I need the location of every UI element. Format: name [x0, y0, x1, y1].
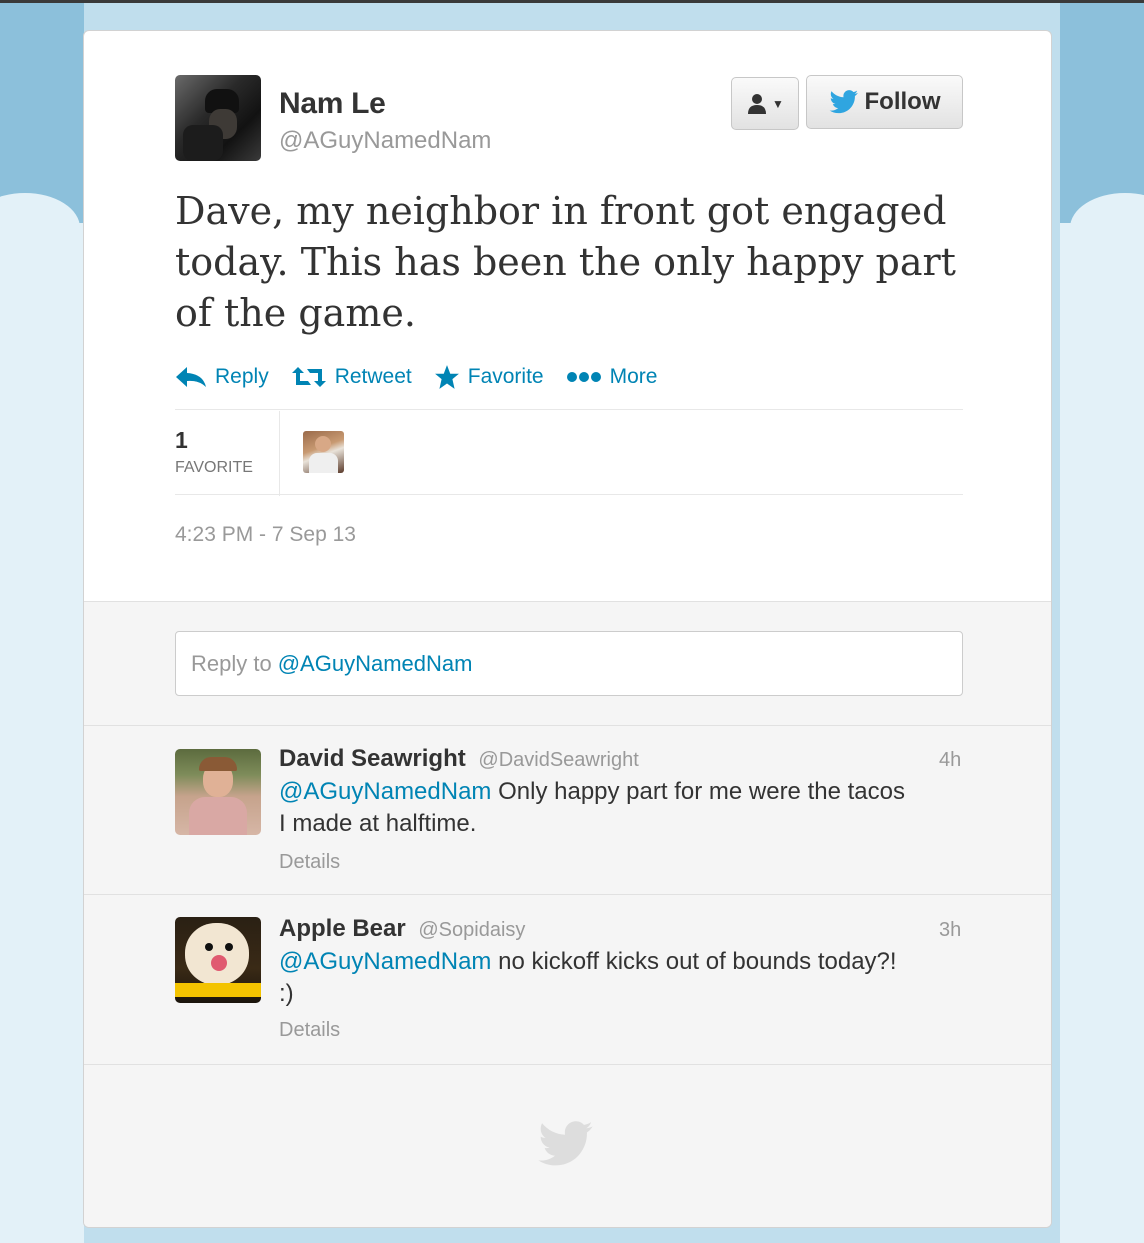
author-name[interactable]: Nam Le	[279, 87, 386, 121]
more-dots-icon	[566, 372, 601, 382]
favorite-action[interactable]: Favorite	[434, 364, 544, 390]
reply-text-line2: I made at halftime.	[279, 810, 477, 837]
reply-details-link[interactable]: Details	[279, 851, 340, 874]
divider	[84, 601, 1051, 602]
favorites-count[interactable]: 1	[175, 427, 188, 454]
author-handle[interactable]: @AGuyNamedNam	[279, 127, 491, 155]
reply-time[interactable]: 3h	[939, 919, 961, 942]
background-sky-right	[1060, 3, 1144, 1243]
follow-button-label: Follow	[864, 88, 941, 115]
retweet-action[interactable]: Retweet	[291, 365, 412, 389]
reply-author-fullname[interactable]: Apple Bear	[279, 915, 406, 942]
reply-time[interactable]: 4h	[939, 749, 961, 772]
favorites-label[interactable]: FAVORITE	[175, 459, 253, 477]
divider	[175, 409, 963, 410]
star-icon	[434, 365, 459, 389]
reply-text: @AGuyNamedNam Only happy part for me wer…	[279, 776, 969, 840]
reply-action[interactable]: Reply	[175, 365, 269, 389]
background-sky-left	[0, 3, 84, 1243]
reply-author-name[interactable]: Apple Bear @Sopidaisy	[279, 915, 525, 943]
user-dropdown-icon	[748, 93, 767, 114]
divider	[175, 494, 963, 495]
divider	[84, 894, 1051, 895]
tweet-card: Nam Le @AGuyNamedNam ▼ Follow Dave, my n…	[83, 30, 1052, 1228]
reply-text-line1: no kickoff kicks out of bounds today?!	[491, 948, 897, 975]
reply-input-mention: @AGuyNamedNam	[277, 650, 473, 676]
reply-author-handle[interactable]: @Sopidaisy	[418, 919, 525, 941]
divider	[84, 725, 1051, 726]
reply-arrow-icon	[176, 367, 206, 387]
reply-author-fullname[interactable]: David Seawright	[279, 745, 466, 772]
reply-mention-link[interactable]: @AGuyNamedNam	[279, 778, 491, 805]
chevron-down-icon: ▼	[772, 96, 784, 111]
divider	[279, 411, 280, 496]
user-actions-dropdown-button[interactable]: ▼	[731, 77, 799, 130]
favorite-action-label: Favorite	[467, 365, 544, 388]
reply-text-line2: :)	[279, 980, 294, 1007]
cloud	[1060, 223, 1144, 1243]
author-avatar[interactable]	[175, 75, 261, 161]
cloud	[0, 223, 84, 1243]
reply-mention-link[interactable]: @AGuyNamedNam	[279, 948, 491, 975]
reply-input[interactable]: Reply to @AGuyNamedNam	[175, 631, 963, 696]
reply-text: @AGuyNamedNam no kickoff kicks out of bo…	[279, 946, 969, 1010]
more-action[interactable]: More	[566, 365, 658, 389]
reply-details-link[interactable]: Details	[279, 1019, 340, 1042]
retweet-icon	[291, 367, 326, 387]
tweet-text: Dave, my neighbor in front got engaged t…	[175, 189, 956, 335]
tweet-actions: Reply Retweet Favorite More	[175, 361, 679, 393]
reply-author-handle[interactable]: @DavidSeawright	[478, 749, 638, 771]
reply-avatar-david-seawright[interactable]	[175, 749, 261, 835]
favoriter-avatar[interactable]	[303, 431, 344, 473]
reply-input-placeholder: Reply to	[191, 650, 272, 676]
twitter-bird-icon	[829, 90, 858, 114]
reply-action-label: Reply	[215, 365, 269, 388]
more-action-label: More	[609, 365, 658, 388]
divider	[84, 1064, 1051, 1065]
window-top-border	[0, 0, 1144, 3]
reply-text-line1: Only happy part for me were the tacos	[491, 778, 905, 805]
retweet-action-label: Retweet	[334, 365, 412, 388]
tweet-timestamp[interactable]: 4:23 PM - 7 Sep 13	[175, 523, 356, 547]
twitter-bird-icon	[538, 1121, 593, 1166]
reply-author-name[interactable]: David Seawright @DavidSeawright	[279, 745, 639, 773]
reply-avatar-apple-bear[interactable]	[175, 917, 261, 1003]
follow-button[interactable]: Follow	[806, 75, 963, 129]
